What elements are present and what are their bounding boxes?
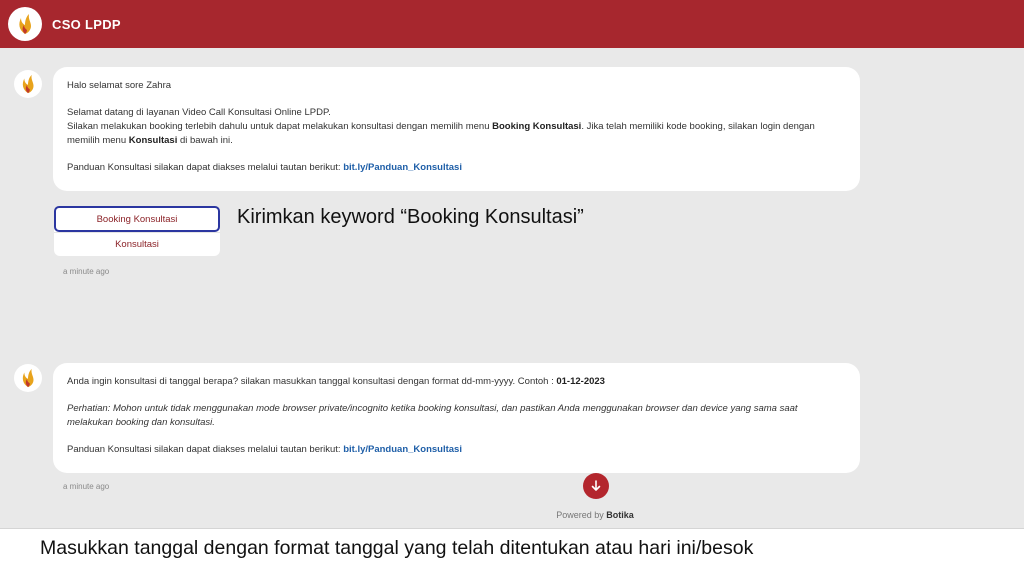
quick-reply-group: Booking Konsultasi Konsultasi [54, 206, 220, 256]
bot-avatar [14, 70, 42, 98]
booking-konsultasi-button[interactable]: Booking Konsultasi [54, 206, 220, 232]
guide-link[interactable]: bit.ly/Panduan_Konsultasi [343, 444, 462, 455]
date-question-text: Anda ingin konsultasi di tanggal berapa?… [67, 376, 605, 387]
powered-by-text: Powered by Botika [556, 510, 634, 520]
guide-link[interactable]: bit.ly/Panduan_Konsultasi [343, 162, 462, 173]
message-timestamp: a minute ago [63, 482, 110, 491]
lpdp-logo-icon [8, 7, 42, 41]
scroll-down-button[interactable] [583, 473, 609, 499]
bot-message-date-request: Anda ingin konsultasi di tanggal berapa?… [53, 363, 860, 473]
app-header: CSO LPDP [0, 0, 1024, 48]
greeting-text: Halo selamat sore Zahra [67, 80, 172, 91]
guide-text: Panduan Konsultasi silakan dapat diakses… [67, 444, 462, 455]
warning-note-text: Perhatian: Mohon untuk tidak menggunakan… [67, 403, 798, 428]
guide-text: Panduan Konsultasi silakan dapat diakses… [67, 162, 462, 173]
lpdp-flame-icon [22, 368, 34, 388]
botika-brand: Botika [606, 510, 634, 520]
instruction-text: Silakan melakukan booking terlebih dahul… [67, 121, 815, 146]
welcome-text: Selamat datang di layanan Video Call Kon… [67, 107, 331, 118]
message-timestamp: a minute ago [63, 267, 110, 276]
lpdp-flame-icon [22, 74, 34, 94]
app-title: CSO LPDP [52, 16, 121, 32]
annotation-caption-1: Kirimkan keyword “Booking Konsultasi” [237, 206, 584, 228]
bot-message-welcome: Halo selamat sore Zahra Selamat datang d… [53, 67, 860, 191]
annotation-caption-2: Masukkan tanggal dengan format tanggal y… [40, 537, 754, 559]
konsultasi-button[interactable]: Konsultasi [54, 232, 220, 256]
arrow-down-icon [591, 480, 601, 491]
bot-avatar [14, 364, 42, 392]
